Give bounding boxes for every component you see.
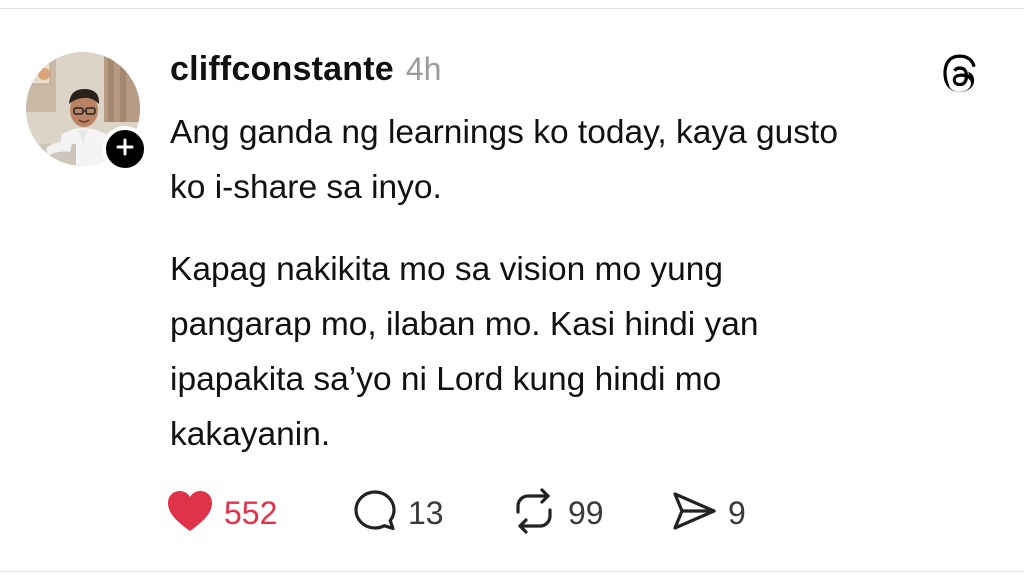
- reply-count: 13: [408, 494, 444, 531]
- bottom-divider: [0, 571, 1024, 578]
- repost-count: 99: [568, 494, 604, 531]
- post-text-line: kakayanin.: [170, 416, 331, 453]
- send-icon: [670, 489, 718, 538]
- avatar-area: [26, 52, 150, 176]
- post-text-line: Kapag nakikita mo sa vision mo yung: [170, 251, 724, 288]
- username-link[interactable]: cliffconstante: [170, 50, 394, 89]
- plus-icon: [116, 138, 134, 161]
- thread-post: cliffconstante 4h Ang ganda ng learnings…: [0, 0, 1024, 578]
- like-count: 552: [224, 494, 278, 531]
- post-text-line: ko i-share sa inyo.: [170, 169, 442, 206]
- heart-icon: [166, 489, 214, 538]
- repost-icon: [510, 487, 558, 539]
- share-button[interactable]: 9: [670, 488, 746, 538]
- threads-logo-icon: [940, 54, 982, 96]
- post-paragraph-2: Kapag nakikita mo sa vision mo yung pang…: [170, 242, 1000, 462]
- share-count: 9: [728, 494, 746, 531]
- reply-button[interactable]: 13: [352, 488, 444, 538]
- post-paragraph-1: Ang ganda ng learnings ko today, kaya gu…: [170, 105, 1000, 215]
- post-text-line: pangarap mo, ilaban mo. Kasi hindi yan: [170, 306, 759, 343]
- like-button[interactable]: 552: [166, 488, 277, 538]
- post-timestamp: 4h: [405, 51, 442, 87]
- repost-button[interactable]: 99: [510, 487, 604, 539]
- comment-bubble-icon: [352, 488, 398, 539]
- post-text-line: Ang ganda ng learnings ko today, kaya gu…: [170, 114, 838, 151]
- follow-button[interactable]: [102, 126, 148, 172]
- post-text-line: ipapakita sa’yo ni Lord kung hindi mo: [170, 361, 722, 398]
- post-header: cliffconstante 4h: [170, 50, 441, 94]
